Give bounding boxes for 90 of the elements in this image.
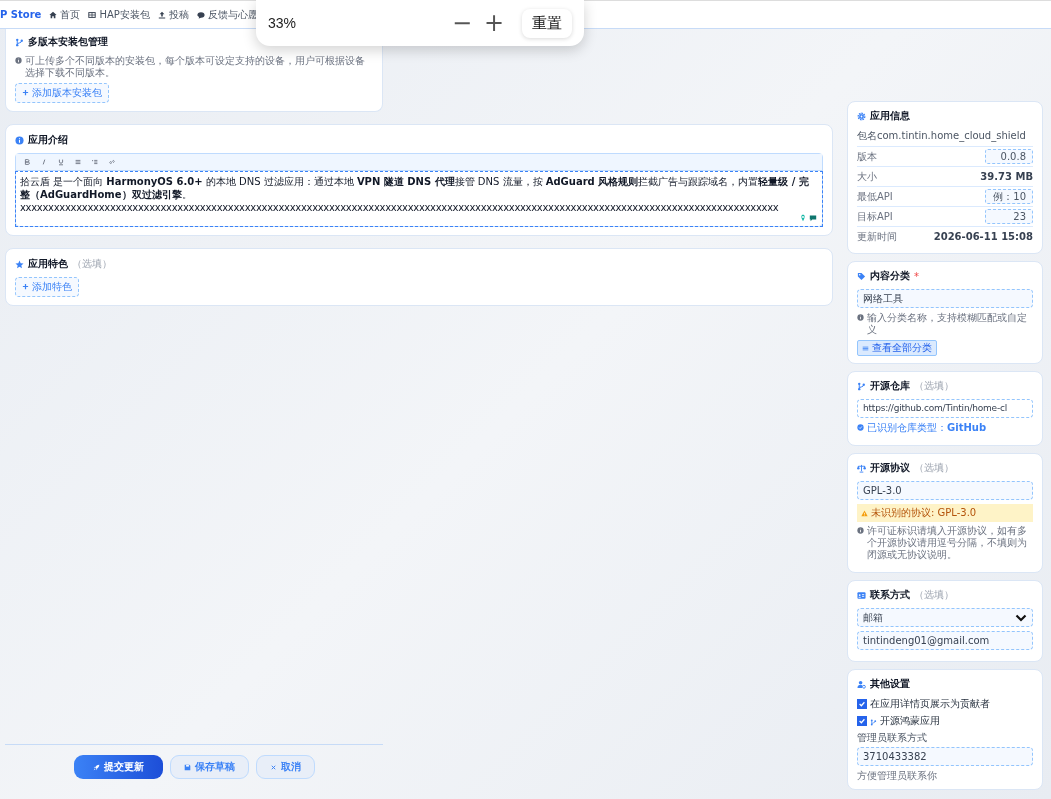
info-value: 2026-06-11 15:08 <box>933 231 1033 242</box>
checkbox-label: 开源鸿蒙应用 <box>880 714 940 728</box>
admin-contact-input[interactable]: 3710433382 <box>857 747 1033 766</box>
contact-method-select[interactable]: 邮箱 <box>857 608 1033 627</box>
underline-icon[interactable] <box>57 158 65 166</box>
list-icon <box>862 344 869 352</box>
description-text: 拾云盾 是一个面向 HarmonyOS 6.0+ 的本地 DNS 过滤应用：通过本地 VPN 隧道 DNS 代理接管 DNS 流量，按 AdGuard 风格规则拦截广告与跟踪域名，内置轻量级 / 完整（AdGuardHome）双过滤引擎。 <box>20 175 810 201</box>
hint-text: 许可证标识请填入开源协议，如有多个开源协议请用逗号分隔，不填则为闭源或无协议说明。 <box>867 525 1028 561</box>
chat-icon <box>196 10 205 19</box>
repo-detected-text: 已识别仓库类型：GitHub <box>867 422 987 434</box>
star-icon <box>15 259 24 269</box>
optional-label: （选填） <box>914 379 954 393</box>
checkbox[interactable] <box>857 699 867 709</box>
info-icon <box>15 57 22 64</box>
description-editor[interactable] <box>15 171 823 227</box>
add-version-button[interactable]: 添加版本安装包 <box>15 83 109 103</box>
license-input[interactable]: GPL-3.0 <box>857 481 1033 500</box>
info-label: 大小 <box>857 169 877 184</box>
chat-icon[interactable] <box>809 214 817 222</box>
scale-icon <box>857 463 866 473</box>
zoom-in-button[interactable]: + <box>478 11 510 35</box>
required-mark: * <box>914 270 919 282</box>
info-input[interactable]: 0.0.8 <box>985 149 1033 164</box>
hint-text: 输入分类名称，支持模糊匹配或自定义 <box>867 312 1028 336</box>
section-title: 应用信息 <box>870 109 910 123</box>
brand-logo[interactable]: P Store <box>0 9 42 20</box>
nav-link[interactable]: 投稿 <box>157 7 189 22</box>
pin-icon[interactable] <box>799 214 807 222</box>
view-categories-button[interactable]: 查看全部分类 <box>857 340 937 356</box>
info-icon <box>15 135 24 145</box>
numbered-list-icon[interactable] <box>91 158 99 166</box>
close-icon <box>269 763 277 771</box>
contact-input[interactable]: tintindeng01@gmail.com <box>857 631 1033 650</box>
plus-icon <box>22 283 29 290</box>
info-value: 39.73 MB <box>980 171 1033 182</box>
section-title: 联系方式 <box>870 588 910 602</box>
home-icon <box>49 10 58 19</box>
optional-label: （选填） <box>914 588 954 602</box>
section-title: 内容分类 <box>870 269 910 283</box>
nav-link[interactable]: HAP安装包 <box>88 7 150 22</box>
section-title: 应用介绍 <box>28 133 68 147</box>
info-label: 版本 <box>857 149 877 164</box>
italic-icon[interactable] <box>40 158 48 166</box>
link-icon[interactable] <box>108 158 116 166</box>
add-feature-button[interactable]: 添加特色 <box>15 277 79 297</box>
submit-button[interactable]: 提交更新 <box>73 755 163 779</box>
reset-button[interactable]: 重置 <box>522 8 572 38</box>
list-icon[interactable] <box>74 158 82 166</box>
branch-icon <box>857 381 866 391</box>
rocket-icon <box>92 763 100 771</box>
package-name: 包名com.tintin.home_cloud_shield <box>857 129 1033 147</box>
upload-icon <box>157 10 166 19</box>
hint-text: 方便管理员联系你 <box>857 770 938 782</box>
field-label: 管理员联系方式 <box>857 731 928 745</box>
info-input[interactable]: 例：10 <box>985 189 1033 204</box>
gear-icon <box>857 111 866 121</box>
warning-text: 未识别的协议: GPL-3.0 <box>871 506 977 520</box>
save-icon <box>183 763 191 771</box>
info-label: 更新时间 <box>857 229 897 244</box>
info-icon <box>857 527 864 534</box>
section-title: 应用特色 <box>28 257 68 271</box>
hint-text: 可上传多个不同版本的安装包，每个版本可设定支持的设备，用户可根据设备选择下载不同版本。 <box>25 55 366 79</box>
section-title: 开源仓库 <box>870 379 910 393</box>
section-title: 其他设置 <box>870 677 910 691</box>
bold-icon[interactable] <box>23 158 31 166</box>
checkbox-label: 在应用详情页展示为贡献者 <box>870 697 990 711</box>
warning-icon <box>861 509 868 517</box>
tags-icon <box>857 271 866 281</box>
optional-label: （选填） <box>914 461 954 475</box>
info-label: 目标API <box>857 209 893 224</box>
zoom-level: 33% <box>268 15 298 31</box>
info-label: 最低API <box>857 189 893 204</box>
branch-icon <box>15 37 24 47</box>
checkbox[interactable] <box>857 716 867 726</box>
category-input[interactable]: 网络工具 <box>857 289 1033 308</box>
user-gear-icon <box>857 679 866 689</box>
plus-icon <box>22 89 29 96</box>
check-circle-icon <box>857 424 864 431</box>
optional-label: （选填） <box>72 257 112 271</box>
repo-input[interactable]: https://github.com/Tintin/home-cl <box>857 399 1033 418</box>
description-text: xxxxxxxxxxxxxxxxxxxxxxxxxxxxxxxxxxxxxxxxxxxxxxxxxxxxxxxxxxxxxxxxxxxxxxxxxxxxxxxxxxxxxxxxxxxxxxxxxxxxxxxxxxxxxxxxxxxxxxxxxxxxxxxxxxxxxxx <box>20 201 780 214</box>
section-title: 多版本安装包管理 <box>28 35 108 49</box>
info-icon <box>857 314 864 321</box>
chevron-down-icon <box>1015 613 1027 622</box>
section-title: 开源协议 <box>870 461 910 475</box>
nav-link[interactable]: 首页 <box>49 7 81 22</box>
id-card-icon <box>857 590 866 600</box>
zoom-out-button[interactable]: − <box>446 11 478 35</box>
info-input[interactable]: 23 <box>985 209 1033 224</box>
grid-icon <box>88 10 97 19</box>
